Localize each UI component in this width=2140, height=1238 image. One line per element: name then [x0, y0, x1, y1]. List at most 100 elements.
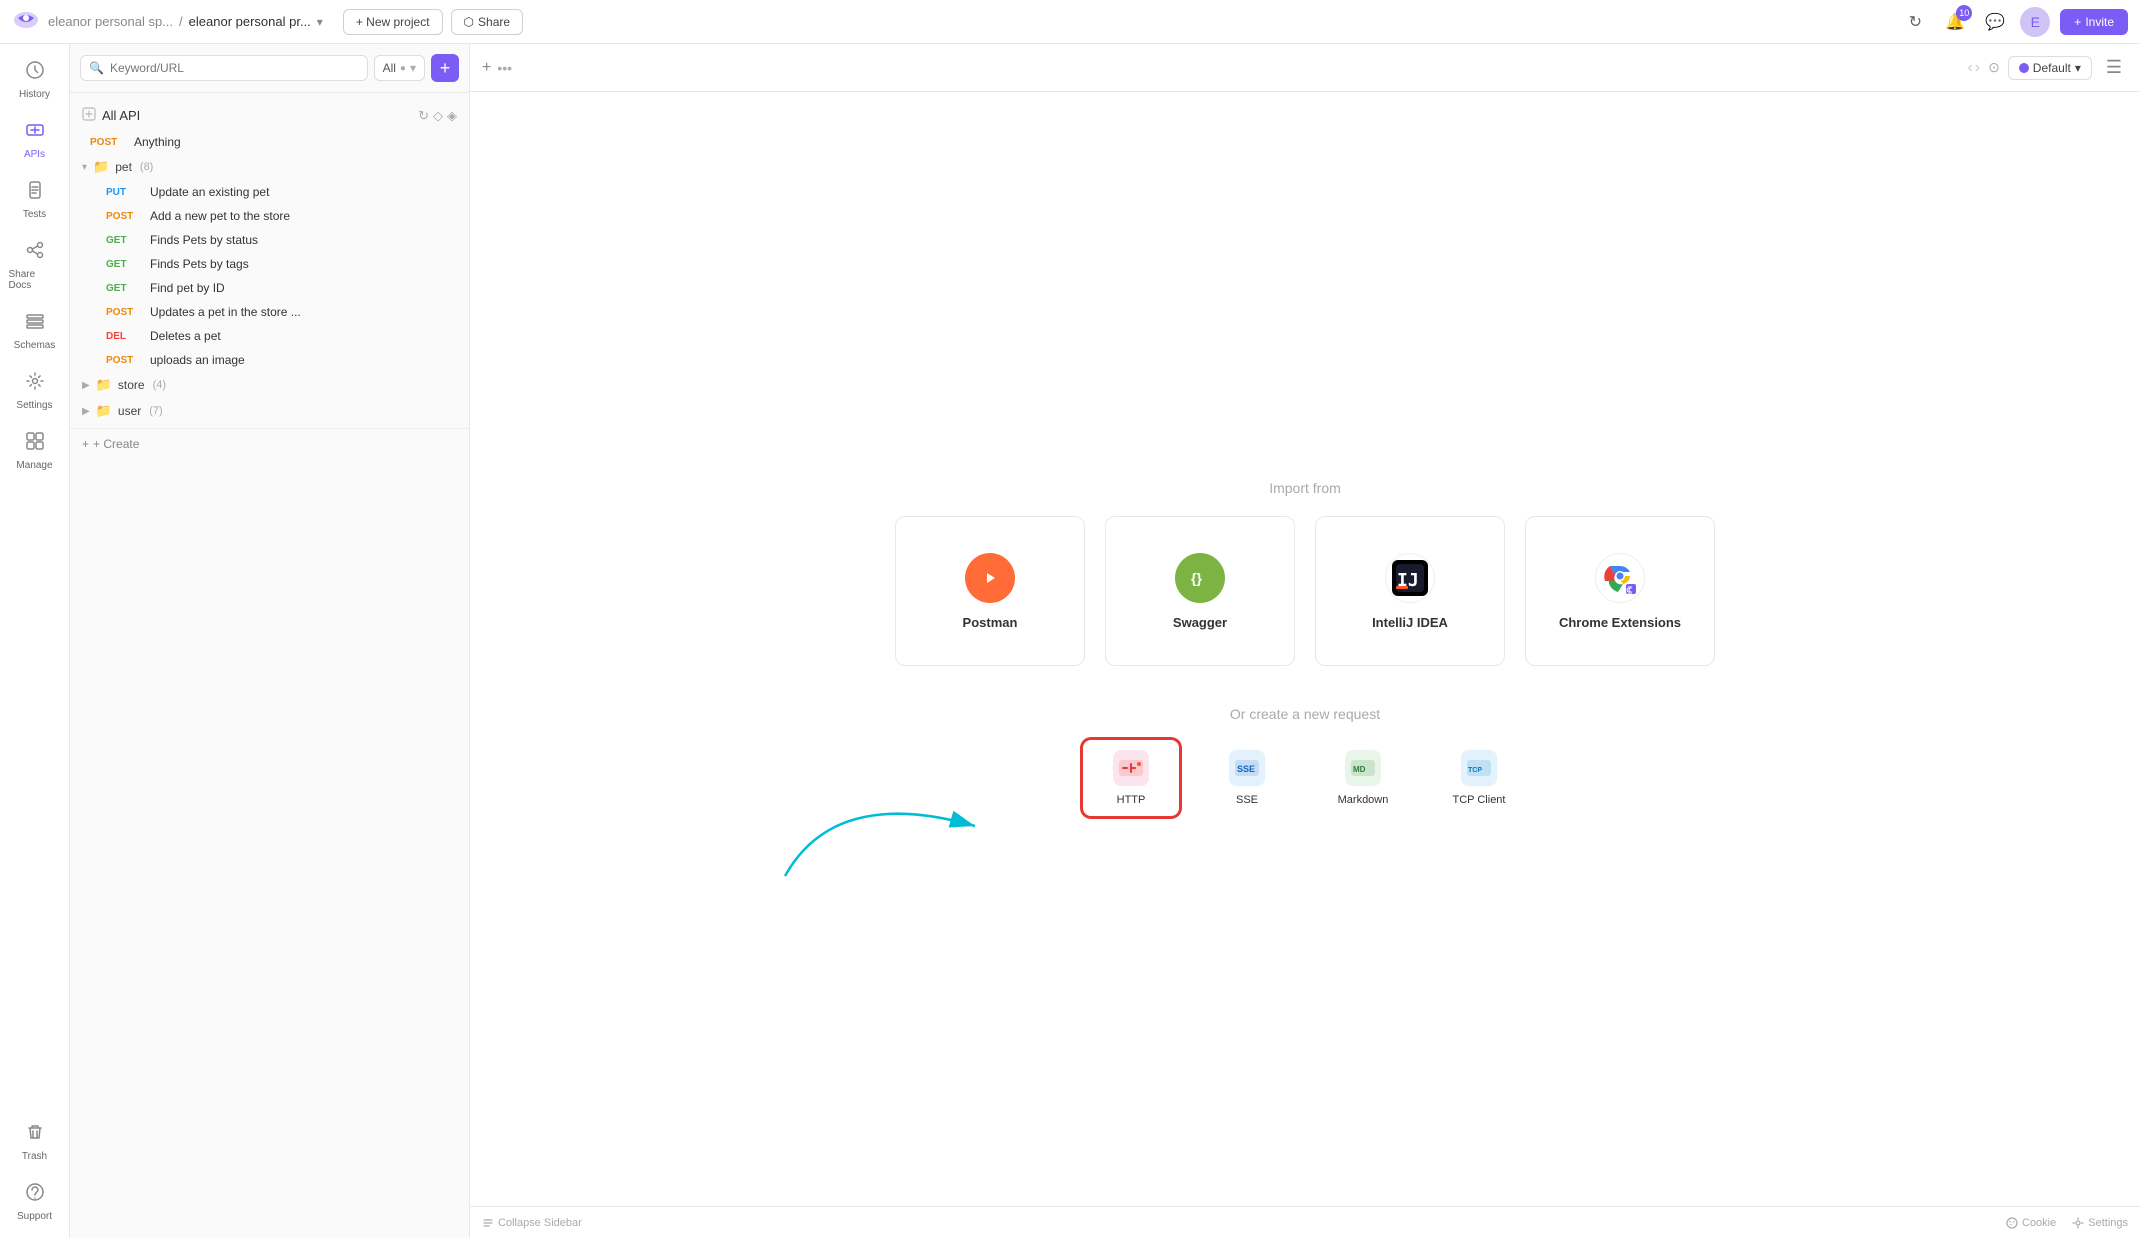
new-request-card-markdown[interactable]: MD Markdown	[1313, 738, 1413, 818]
sidebar-item-manage[interactable]: Manage	[5, 423, 65, 479]
item-label: Anything	[134, 135, 181, 149]
topbar: eleanor personal sp... / eleanor persona…	[0, 0, 2140, 44]
invite-button[interactable]: + Invite	[2060, 9, 2128, 35]
sidebar-item-share-docs[interactable]: Share Docs	[5, 232, 65, 299]
tree-item-post-image[interactable]: POST uploads an image	[70, 348, 469, 372]
svg-text:SSE: SSE	[1237, 764, 1255, 774]
sidebar-item-schemas[interactable]: Schemas	[5, 303, 65, 359]
more-menu-button[interactable]: ☰	[2100, 53, 2128, 82]
new-request-card-http[interactable]: HTTP	[1081, 738, 1181, 818]
tree-item-get-status[interactable]: GET Finds Pets by status	[70, 228, 469, 252]
item-label: Find pet by ID	[150, 281, 225, 295]
filter-chevron-icon: ●	[400, 63, 406, 74]
nav-arrows: ‹ ›	[1967, 59, 1980, 77]
collapse-sidebar-button[interactable]: Collapse Sidebar	[482, 1217, 582, 1229]
tree-item-get-id[interactable]: GET Find pet by ID	[70, 276, 469, 300]
notification-button[interactable]: 🔔 10	[1940, 7, 1970, 37]
import-card-intellij[interactable]: IJ IntelliJ IDEA	[1315, 516, 1505, 666]
filter-dropdown[interactable]: All ● ▾	[374, 55, 425, 81]
tree-root-actions: ↻ ◇ ◈	[418, 108, 457, 124]
tree-item-get-tags[interactable]: GET Finds Pets by tags	[70, 252, 469, 276]
search-box[interactable]: 🔍	[80, 55, 368, 81]
create-label: + Create	[93, 437, 139, 451]
create-row[interactable]: + + Create	[70, 428, 469, 459]
share-label: Share	[478, 15, 510, 29]
folder-pet[interactable]: ▾ 📁 pet (8)	[70, 154, 469, 180]
add-tab-button[interactable]: +	[482, 59, 491, 77]
new-request-title: Or create a new request	[1230, 706, 1380, 722]
chat-button[interactable]: 💬	[1980, 7, 2010, 37]
share-button[interactable]: ⬡ Share	[451, 9, 524, 35]
sidebar-trash-label: Trash	[22, 1151, 47, 1162]
new-project-button[interactable]: + New project	[343, 9, 443, 35]
notif-badge: 10	[1956, 5, 1972, 21]
environment-icon[interactable]: ⊙	[1988, 59, 2000, 76]
tree-item-post-update[interactable]: POST Updates a pet in the store ...	[70, 300, 469, 324]
sidebar-item-history[interactable]: History	[5, 52, 65, 108]
workspace-label[interactable]: eleanor personal sp...	[48, 14, 173, 29]
item-label: Finds Pets by status	[150, 233, 258, 247]
new-request-card-sse[interactable]: SSE SSE	[1197, 738, 1297, 818]
import-card-swagger[interactable]: {} Swagger	[1105, 516, 1295, 666]
nav-back-button[interactable]: ‹	[1967, 59, 1972, 77]
project-label[interactable]: eleanor personal pr...	[189, 14, 311, 29]
bottom-bar: Collapse Sidebar Cookie Settings	[470, 1206, 2140, 1238]
import-card-chrome[interactable]: Chrome Extensions	[1525, 516, 1715, 666]
share-icon: ⬡	[464, 15, 474, 29]
folder-user[interactable]: ▶ 📁 user (7)	[70, 398, 469, 424]
api-panel: 🔍 All ● ▾ + All API ↻ ◇ ◈	[70, 44, 470, 1238]
cookie-button[interactable]: Cookie	[2006, 1217, 2056, 1229]
method-badge-put: PUT	[106, 187, 142, 198]
history-icon	[25, 60, 45, 85]
all-api-item[interactable]: All API ↻ ◇ ◈	[70, 101, 469, 130]
more-tabs-button[interactable]: •••	[497, 60, 512, 76]
import-section: Import from Postman	[855, 480, 1755, 666]
chrome-extensions-label: Chrome Extensions	[1559, 615, 1681, 630]
chevron-down-icon: ▾	[82, 162, 87, 173]
folder-icon: 📁	[96, 403, 112, 419]
settings-link[interactable]: Settings	[2072, 1217, 2128, 1229]
logo	[12, 8, 40, 36]
tree-item-anything[interactable]: POST Anything	[70, 130, 469, 154]
env-label: Default	[2033, 61, 2071, 75]
item-label: Add a new pet to the store	[150, 209, 290, 223]
import-card-postman[interactable]: Postman	[895, 516, 1085, 666]
search-input[interactable]	[110, 61, 359, 75]
topbar-actions: + New project ⬡ Share	[343, 9, 523, 35]
share-docs-icon	[25, 240, 45, 265]
swagger-label: Swagger	[1173, 615, 1227, 630]
add-endpoint-icon[interactable]: ◇	[433, 108, 443, 124]
tcp-icon: TCP	[1461, 750, 1497, 786]
method-badge-post: POST	[106, 307, 142, 318]
more-icon[interactable]: ◈	[447, 108, 457, 124]
trash-icon	[25, 1122, 45, 1147]
item-label: Updates a pet in the store ...	[150, 305, 301, 319]
support-icon	[25, 1182, 45, 1207]
refresh-button[interactable]: ↻	[1900, 7, 1930, 37]
settings-label: Settings	[2088, 1217, 2128, 1229]
sidebar-item-apis[interactable]: APIs	[5, 112, 65, 168]
item-label: uploads an image	[150, 353, 245, 367]
nav-forward-button[interactable]: ›	[1975, 59, 1980, 77]
sse-label: SSE	[1236, 794, 1258, 806]
toolbar-right: ‹ › ⊙ Default ▾ ☰	[1967, 53, 2128, 82]
avatar[interactable]: E	[2020, 7, 2050, 37]
invite-icon: +	[2074, 15, 2081, 29]
folder-store[interactable]: ▶ 📁 store (4)	[70, 372, 469, 398]
refresh-icon[interactable]: ↻	[418, 108, 429, 124]
add-button[interactable]: +	[431, 54, 459, 82]
markdown-label: Markdown	[1338, 794, 1389, 806]
sidebar-item-support[interactable]: Support	[5, 1174, 65, 1230]
default-env-button[interactable]: Default ▾	[2008, 56, 2092, 80]
sidebar-item-settings[interactable]: Settings	[5, 363, 65, 419]
folder-store-label: store	[118, 378, 145, 392]
bottom-bar-right: Cookie Settings	[2006, 1217, 2128, 1229]
tree-item-put-pet[interactable]: PUT Update an existing pet	[70, 180, 469, 204]
breadcrumb-chevron[interactable]: ▾	[317, 15, 323, 29]
sse-icon: SSE	[1229, 750, 1265, 786]
tree-item-del-pet[interactable]: DEL Deletes a pet	[70, 324, 469, 348]
tree-item-post-pet[interactable]: POST Add a new pet to the store	[70, 204, 469, 228]
sidebar-item-tests[interactable]: Tests	[5, 172, 65, 228]
new-request-card-tcp[interactable]: TCP TCP Client	[1429, 738, 1529, 818]
sidebar-item-trash[interactable]: Trash	[5, 1114, 65, 1170]
